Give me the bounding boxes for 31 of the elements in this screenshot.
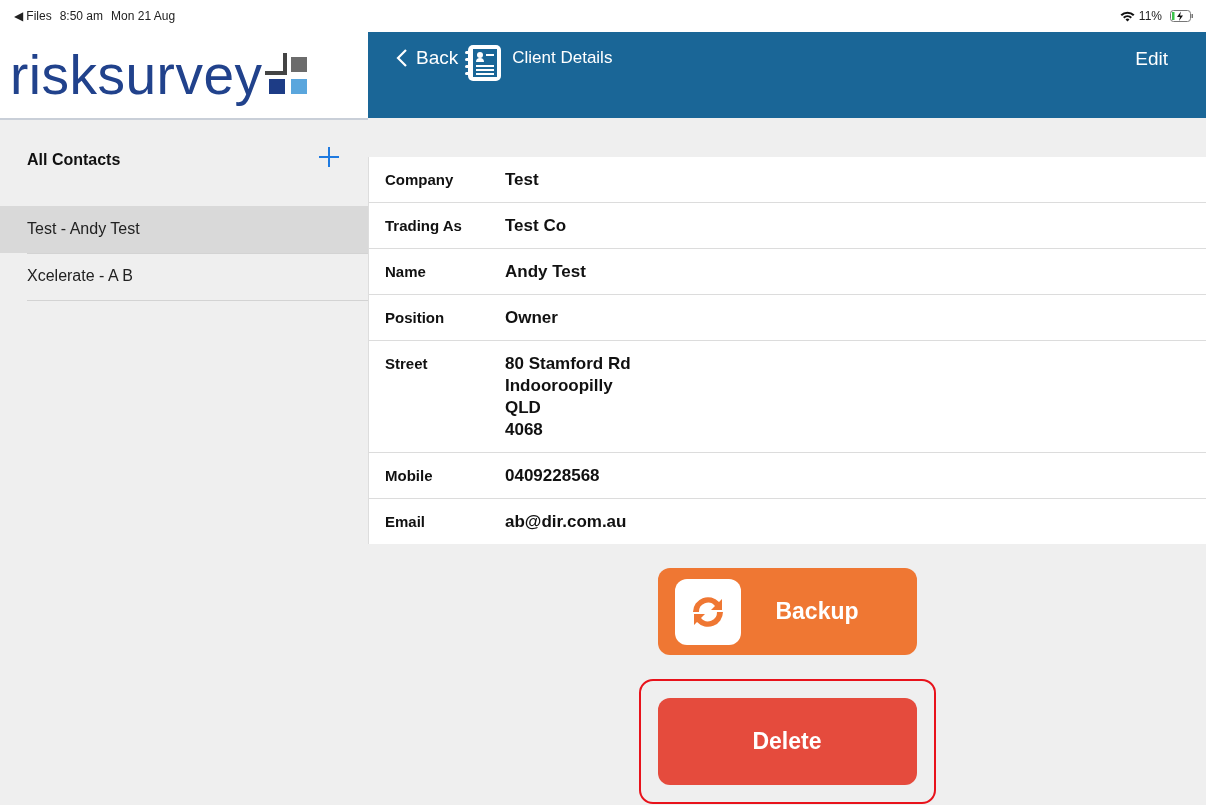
back-button[interactable]: Back — [396, 47, 459, 69]
field-label: Street — [385, 354, 429, 374]
field-value: Test Co — [505, 215, 567, 237]
field-label: Email — [385, 512, 427, 532]
sync-icon — [675, 578, 742, 645]
field-value: 80 Stamford Rd Indooroopilly QLD 4068 — [505, 353, 631, 441]
field-value: 0409228568 — [505, 465, 600, 487]
battery-charging-icon — [1170, 10, 1194, 22]
sidebar-title: All Contacts — [27, 151, 121, 169]
nav-title: Client Details — [512, 48, 613, 68]
field-value: Andy Test — [505, 261, 586, 283]
address-book-icon — [464, 44, 503, 82]
wifi-icon — [1119, 10, 1135, 22]
field-label: Name — [385, 262, 427, 282]
field-label: Trading As — [385, 216, 463, 236]
field-label: Mobile — [385, 466, 434, 486]
field-value: Test — [505, 169, 539, 191]
status-time: 8:50 am — [59, 9, 104, 23]
field-label: Company — [385, 170, 455, 190]
logo-squares-icon — [264, 53, 309, 97]
field-value: ab@dir.com.au — [505, 511, 627, 533]
chevron-left-icon — [396, 48, 408, 68]
add-icon[interactable] — [318, 146, 340, 168]
battery-percent: 11% — [1138, 9, 1162, 23]
status-back-link[interactable]: ◀ Files — [14, 9, 52, 23]
field-value: Owner — [505, 307, 558, 329]
edit-button[interactable]: Edit — [1135, 48, 1168, 70]
field-label: Position — [385, 308, 446, 328]
contact-list-item[interactable]: Test - Andy Test — [0, 206, 368, 253]
delete-button[interactable]: Delete — [657, 698, 917, 785]
status-date: Mon 21 Aug — [111, 9, 176, 23]
